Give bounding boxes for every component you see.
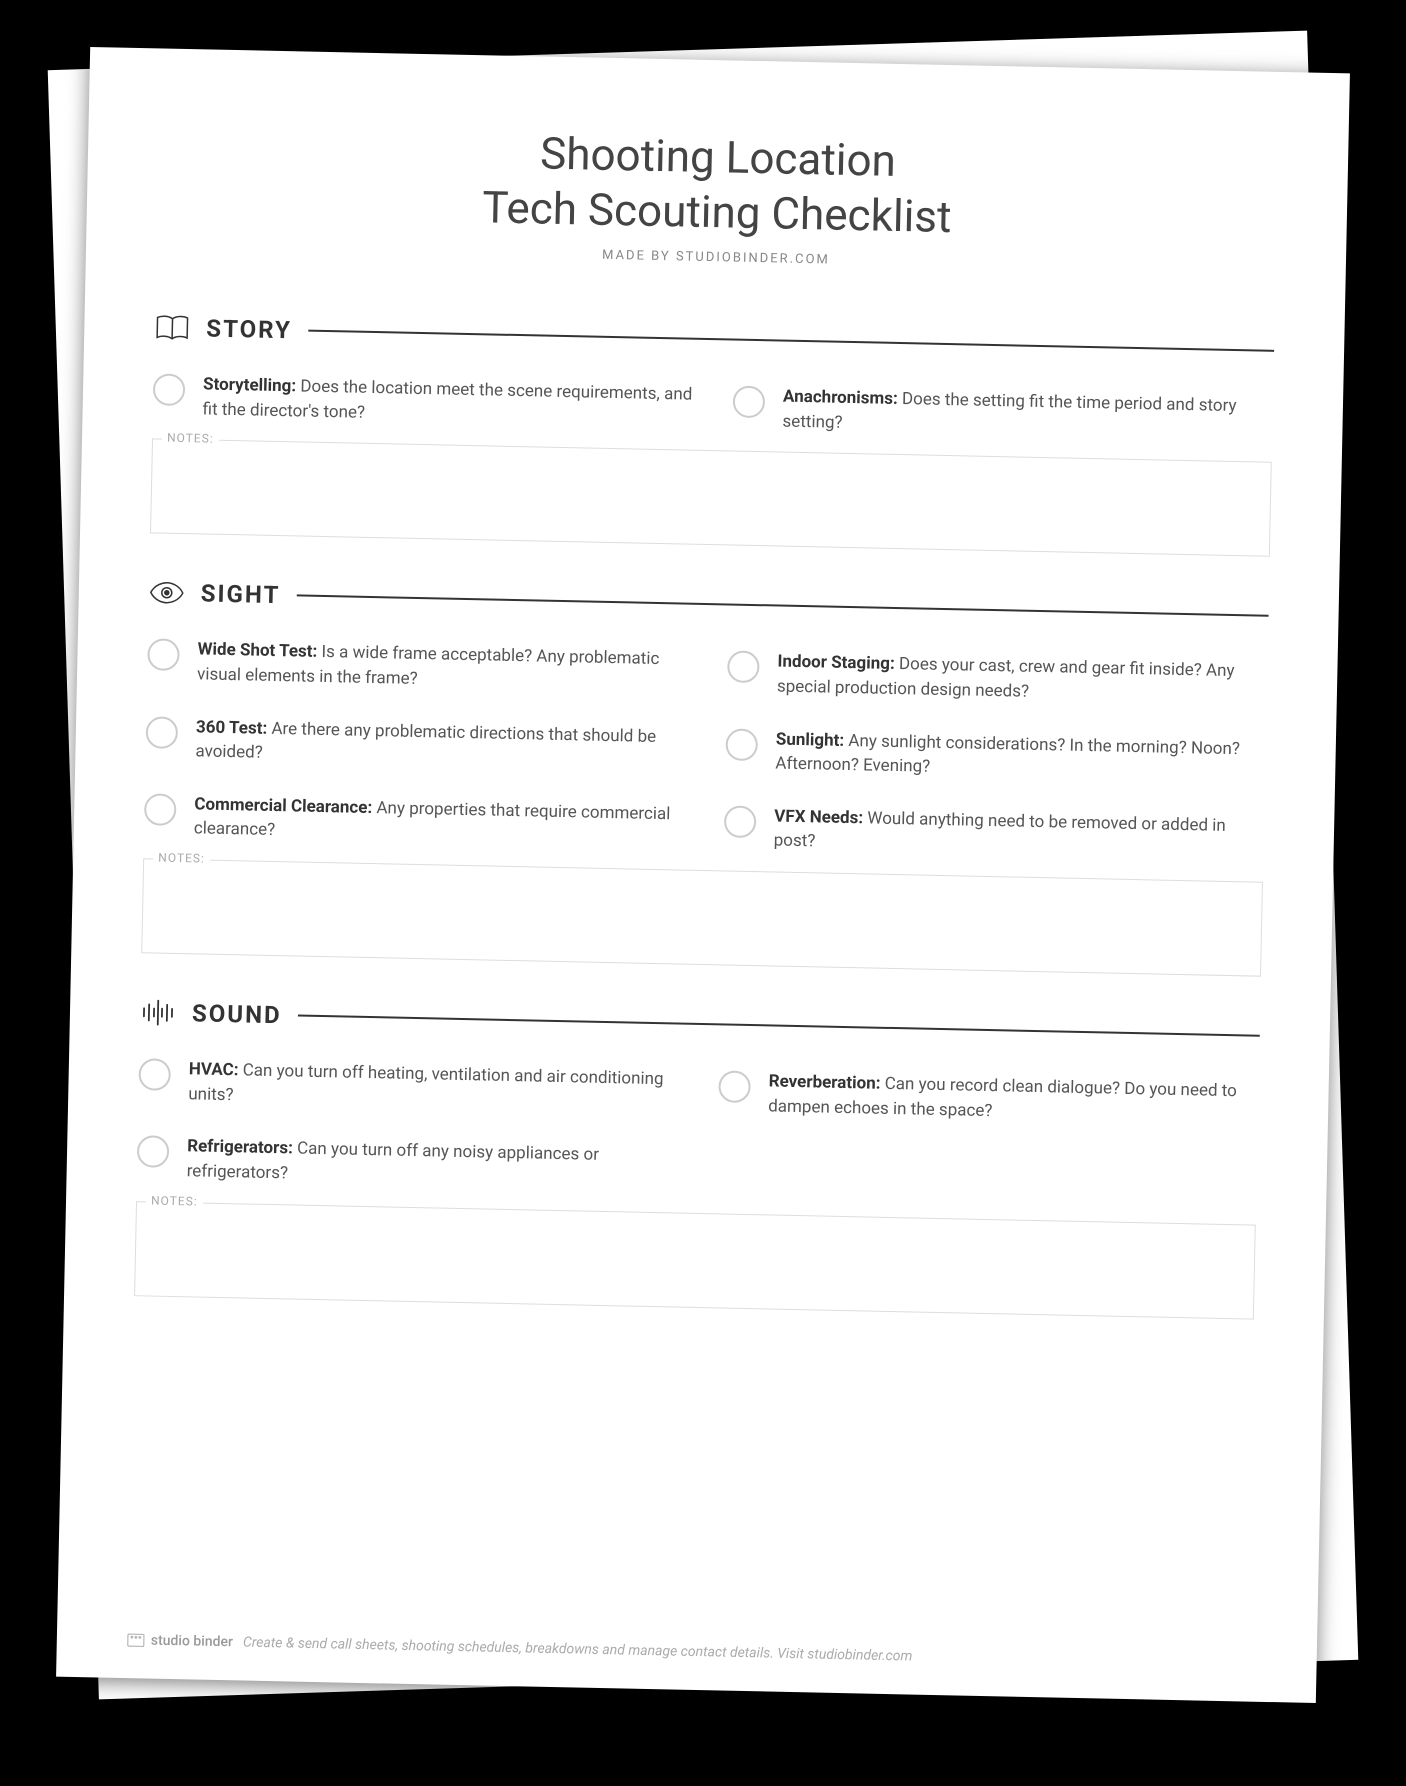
checklist-item: Reverberation: Can you record clean dial… <box>718 1069 1259 1130</box>
checklist-item: Commercial Clearance: Any properties tha… <box>144 791 685 852</box>
checklist-item: 360 Test: Are there any problematic dire… <box>145 714 686 775</box>
document-title: Shooting Location Tech Scouting Checklis… <box>156 118 1278 251</box>
item-desc: Can you turn off heating, ventilation an… <box>188 1061 664 1105</box>
notes-label: NOTES: <box>162 431 219 446</box>
checkbox-circle[interactable] <box>137 1136 170 1169</box>
checkbox-circle[interactable] <box>153 373 186 406</box>
document-header: Shooting Location Tech Scouting Checklis… <box>156 118 1279 276</box>
section-sight-title: SIGHT <box>200 580 280 610</box>
checklist-item: Refrigerators: Can you turn off any nois… <box>136 1134 677 1195</box>
item-text: Wide Shot Test: Is a wide frame acceptab… <box>197 638 688 698</box>
section-sound-head: SOUND <box>140 998 1260 1049</box>
notes-wrap: NOTES: <box>141 858 1263 976</box>
item-label: VFX Needs: <box>774 806 863 828</box>
item-text: Commercial Clearance: Any properties tha… <box>194 792 685 852</box>
title-line-2: Tech Scouting Checklist <box>482 181 952 243</box>
section-story-items: Storytelling: Does the location meet the… <box>152 371 1273 444</box>
item-label: Sunlight: <box>776 729 845 750</box>
checklist-item: Indoor Staging: Does your cast, crew and… <box>727 649 1268 710</box>
notes-box[interactable] <box>150 439 1272 557</box>
page-front-sheet: Shooting Location Tech Scouting Checklis… <box>56 47 1350 1703</box>
section-divider <box>298 1015 1260 1037</box>
checklist-item: Anachronisms: Does the setting fit the t… <box>732 384 1273 445</box>
notes-label: NOTES: <box>146 1193 203 1208</box>
checkbox-circle[interactable] <box>146 716 179 749</box>
notes-label: NOTES: <box>153 851 210 866</box>
section-sight-head: SIGHT <box>148 579 1268 630</box>
item-text: VFX Needs: Would anything need to be rem… <box>773 804 1264 864</box>
section-story: STORY Storytelling: Does the location me… <box>150 313 1274 557</box>
footer-brand-text: studio binder <box>151 1633 233 1651</box>
checkbox-circle[interactable] <box>727 651 760 684</box>
item-text: Indoor Staging: Does your cast, crew and… <box>777 650 1268 710</box>
item-label: Refrigerators: <box>187 1137 293 1159</box>
item-label: Reverberation: <box>768 1072 880 1094</box>
item-text: Sunlight: Any sunlight considerations? I… <box>775 727 1266 787</box>
item-text: Storytelling: Does the location meet the… <box>202 372 693 432</box>
section-story-title: STORY <box>206 314 292 344</box>
document-footer: studio binder Create & send call sheets,… <box>127 1632 1247 1671</box>
title-line-1: Shooting Location <box>540 127 897 186</box>
studiobinder-logo-icon <box>127 1633 145 1647</box>
item-text: 360 Test: Are there any problematic dire… <box>195 715 686 775</box>
checklist-item: HVAC: Can you turn off heating, ventilat… <box>138 1056 679 1117</box>
checkbox-circle[interactable] <box>718 1071 751 1104</box>
item-text: HVAC: Can you turn off heating, ventilat… <box>188 1057 679 1117</box>
checkbox-circle[interactable] <box>733 386 766 419</box>
section-sound: SOUND HVAC: Can you turn off heating, ve… <box>134 998 1260 1319</box>
item-label: 360 Test: <box>196 717 268 738</box>
book-icon <box>154 313 191 342</box>
checklist-item: VFX Needs: Would anything need to be rem… <box>723 803 1264 864</box>
checkbox-circle[interactable] <box>138 1058 171 1091</box>
section-story-head: STORY <box>154 313 1274 364</box>
notes-wrap: NOTES: <box>150 439 1272 557</box>
eye-icon <box>149 581 185 606</box>
section-sight: SIGHT Wide Shot Test: Is a wide frame ac… <box>141 579 1269 977</box>
section-sight-items: Wide Shot Test: Is a wide frame acceptab… <box>144 637 1268 864</box>
checkbox-circle[interactable] <box>147 639 180 672</box>
notes-box[interactable] <box>134 1201 1256 1319</box>
item-text: Reverberation: Can you record clean dial… <box>768 1070 1259 1130</box>
checklist-item: Storytelling: Does the location meet the… <box>152 371 693 432</box>
checkbox-circle[interactable] <box>144 793 177 826</box>
item-desc: Any sunlight considerations? In the morn… <box>775 731 1240 777</box>
sound-wave-icon <box>140 998 177 1027</box>
item-label: Wide Shot Test: <box>197 640 317 663</box>
item-text: Anachronisms: Does the setting fit the t… <box>782 385 1273 445</box>
item-label: Indoor Staging: <box>777 652 895 674</box>
footer-text: Create & send call sheets, shooting sche… <box>243 1635 913 1665</box>
notes-box[interactable] <box>141 858 1263 976</box>
item-label: HVAC: <box>189 1059 239 1080</box>
item-label: Storytelling: <box>203 374 296 396</box>
document-stage: Shooting Location Tech Scouting Checklis… <box>53 40 1353 1740</box>
item-text: Refrigerators: Can you turn off any nois… <box>186 1135 677 1195</box>
checkbox-circle[interactable] <box>724 805 757 838</box>
section-divider <box>308 330 1274 352</box>
checklist-item: Sunlight: Any sunlight considerations? I… <box>725 726 1266 787</box>
item-label: Anachronisms: <box>783 387 898 409</box>
checklist-item: Wide Shot Test: Is a wide frame acceptab… <box>147 637 688 698</box>
checkbox-circle[interactable] <box>725 728 758 761</box>
section-divider <box>296 595 1268 617</box>
item-label: Commercial Clearance: <box>194 794 372 818</box>
footer-brand: studio binder <box>127 1632 233 1650</box>
notes-wrap: NOTES: <box>134 1201 1256 1319</box>
section-sound-title: SOUND <box>192 999 282 1029</box>
section-sound-items: HVAC: Can you turn off heating, ventilat… <box>136 1056 1258 1206</box>
